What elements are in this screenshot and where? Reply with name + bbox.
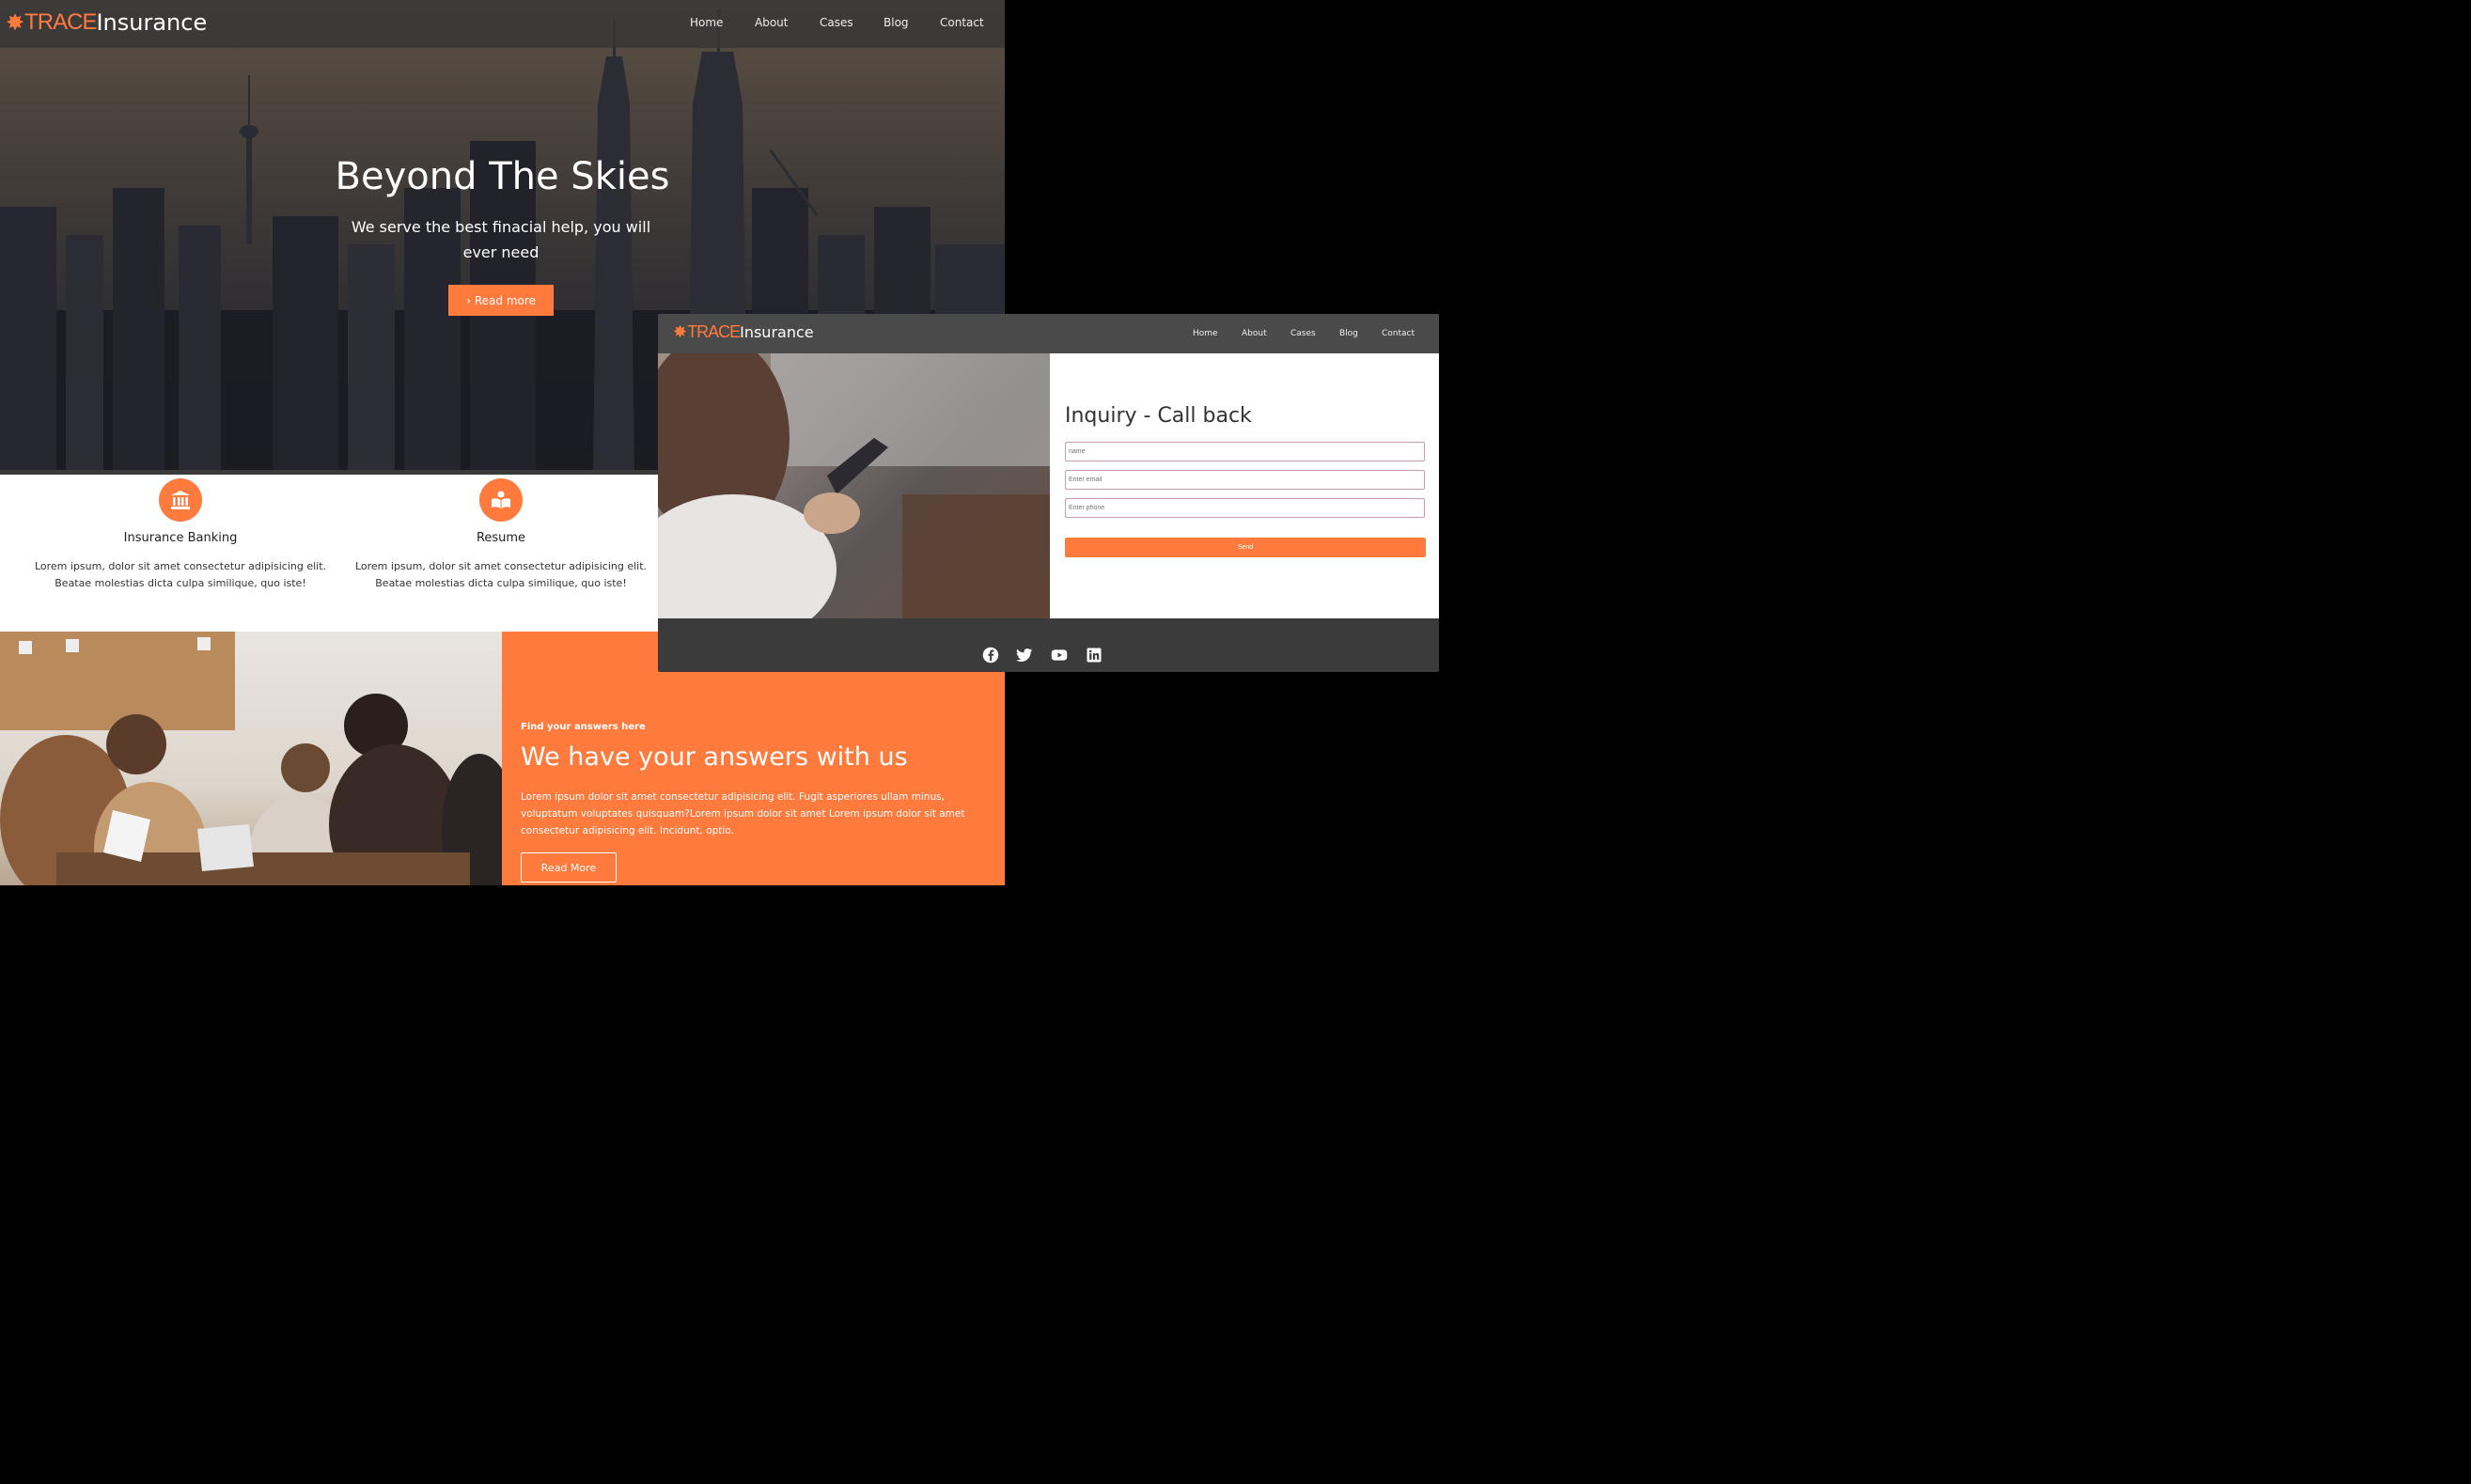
logo-insurance-text: Insurance	[96, 9, 208, 36]
inquiry-navbar: ✸ TRACE Insurance Home About Cases Blog …	[658, 314, 1439, 353]
feature-text: Lorem ipsum, dolor sit amet consectetur …	[34, 560, 327, 589]
feature-resume: Resume Lorem ipsum, dolor sit amet conse…	[346, 475, 656, 592]
bank-icon	[159, 478, 202, 522]
chevron-right-icon: ›	[466, 293, 471, 307]
nav-home[interactable]: Home	[1193, 329, 1242, 338]
answers-text: Lorem ipsum dolor sit amet consectetur a…	[521, 791, 965, 836]
nav-links: Home About Cases Blog Contact	[1193, 329, 1424, 338]
team-meeting-photo	[0, 632, 502, 885]
youtube-icon[interactable]	[1050, 647, 1069, 664]
name-field[interactable]	[1065, 442, 1425, 461]
feature-title: Insurance Banking	[123, 531, 238, 545]
inquiry-title: Inquiry - Call back	[1065, 404, 1252, 428]
logo-trace-text: TRACE	[687, 322, 741, 341]
logo-trace-text: TRACE	[24, 9, 97, 35]
read-more-label: Read more	[474, 293, 536, 307]
answers-kicker: Find your answers here	[521, 722, 646, 732]
phone-field[interactable]	[1065, 498, 1425, 518]
top-navbar: ✸ TRACE Insurance Home About Cases Blog …	[0, 0, 1005, 48]
nav-cases[interactable]: Cases	[1290, 329, 1339, 338]
answers-read-more-button[interactable]: Read More	[521, 852, 617, 883]
nav-blog[interactable]: Blog	[1339, 329, 1382, 338]
logo[interactable]: ✸ TRACE Insurance	[6, 9, 207, 36]
hero-title: Beyond The Skies	[335, 155, 670, 198]
nav-about[interactable]: About	[1242, 329, 1290, 338]
woman-phone-photo	[658, 353, 1050, 618]
nav-home[interactable]: Home	[690, 16, 755, 29]
inquiry-page-screenshot: ✸ TRACE Insurance Home About Cases Blog …	[658, 314, 1439, 672]
inquiry-form: Inquiry - Call back Send	[1050, 353, 1439, 618]
nav-about[interactable]: About	[755, 16, 820, 29]
feature-insurance-banking: Insurance Banking Lorem ipsum, dolor sit…	[25, 475, 336, 592]
star-logo-icon: ✸	[6, 9, 25, 36]
facebook-icon[interactable]	[982, 647, 999, 664]
star-logo-icon: ✸	[673, 322, 688, 342]
inquiry-footer	[658, 618, 1439, 672]
logo-insurance-text: Insurance	[740, 323, 814, 341]
book-reader-icon	[479, 478, 523, 522]
nav-links: Home About Cases Blog Contact	[690, 16, 996, 29]
read-more-button[interactable]: › Read more	[448, 285, 554, 316]
nav-contact[interactable]: Contact	[940, 16, 996, 29]
nav-contact[interactable]: Contact	[1382, 329, 1424, 338]
feature-title: Resume	[476, 531, 526, 545]
linkedin-icon[interactable]	[1086, 647, 1103, 664]
email-field[interactable]	[1065, 470, 1425, 490]
twitter-icon[interactable]	[1016, 647, 1033, 664]
nav-cases[interactable]: Cases	[820, 16, 884, 29]
answers-title: We have your answers with us	[521, 742, 908, 772]
hero-subtitle: We serve the best finacial help, you wil…	[351, 218, 651, 261]
logo[interactable]: ✸ TRACE Insurance	[673, 322, 814, 342]
send-button[interactable]: Send	[1065, 538, 1426, 557]
nav-blog[interactable]: Blog	[884, 16, 940, 29]
feature-text: Lorem ipsum, dolor sit amet consectetur …	[354, 560, 648, 589]
